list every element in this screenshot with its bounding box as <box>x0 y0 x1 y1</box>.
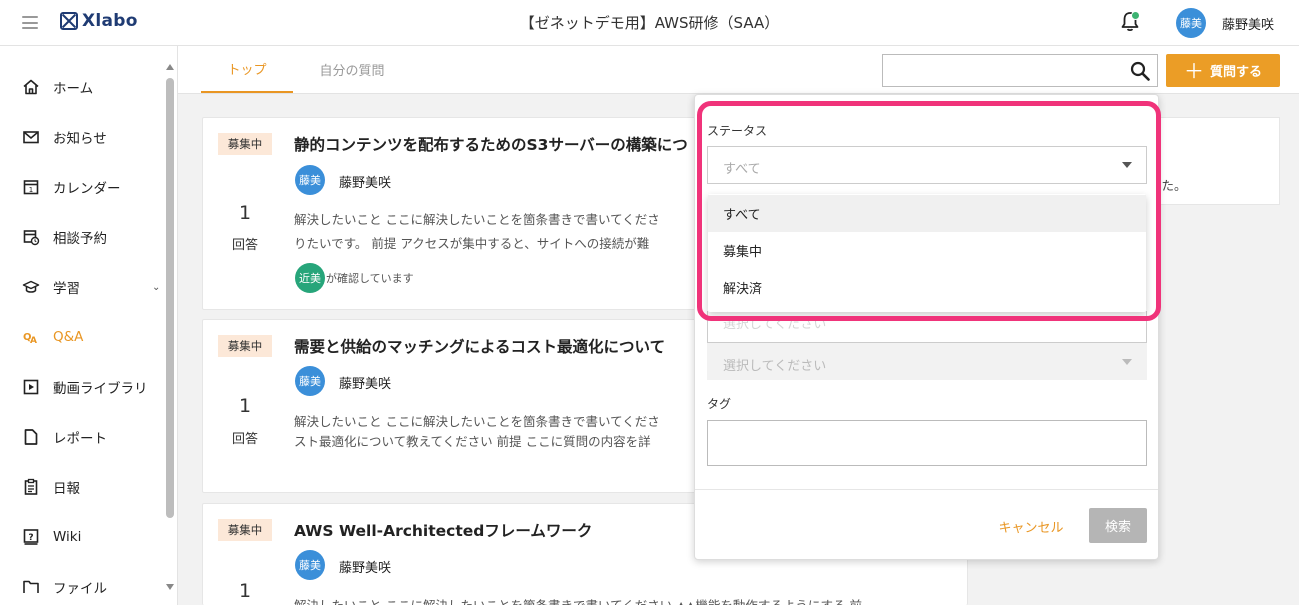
sidebar-item-file[interactable]: ファイル <box>0 569 164 605</box>
question-title[interactable]: 需要と供給のマッチングによるコスト最適化について <box>294 335 714 357</box>
mail-icon <box>23 131 39 144</box>
answer-count: 1 <box>238 580 252 602</box>
author-name: 藤野美咲 <box>339 377 392 392</box>
status-badge: 募集中 <box>218 133 272 155</box>
question-body-line: スト最適化について教えてください 前提 ここに質問の内容を詳 <box>294 434 651 449</box>
sidebar-item-label: Q&A <box>53 329 84 345</box>
chevron-down-icon[interactable]: ⌄ <box>152 282 160 293</box>
plus-icon: ＋ <box>1183 58 1204 83</box>
status-dropdown-list: すべて 募集中 解決済 <box>708 194 1146 312</box>
author-name: 藤野美咲 <box>339 176 392 191</box>
question-title[interactable]: AWS Well-Architectedフレームワーク <box>294 519 714 541</box>
status-option-resolved[interactable]: 解決済 <box>708 269 1146 306</box>
answer-count: 1 <box>238 395 252 417</box>
author-avatar: 藤美 <box>295 550 325 580</box>
sidebar-item-label: 相談予約 <box>53 231 107 247</box>
question-body-line: りたいです。 前提 アクセスが集中すると、サイトへの接続が難 <box>294 236 650 251</box>
sidebar-item-label: 日報 <box>53 481 80 497</box>
sidebar-item-qa[interactable]: QA Q&A <box>0 319 164 355</box>
daily-report-icon <box>24 478 38 495</box>
category-select-placeholder: 選択してください <box>723 317 827 332</box>
sidebar-item-label: 学習 <box>53 281 80 297</box>
sidebar-item-calendar[interactable]: 1 カレンダー <box>0 169 164 205</box>
sidebar-item-label: カレンダー <box>53 181 121 197</box>
graduation-cap-icon <box>22 280 40 293</box>
sidebar-item-label: 動画ライブラリ <box>53 381 148 397</box>
question-body-line: 解決したいこと ここに解決したいことを箇条書きで書いてください ▲▲機能を動作す… <box>294 594 964 605</box>
sidebar-item-report[interactable]: レポート <box>0 419 164 455</box>
sidebar-item-consultation[interactable]: 相談予約 <box>0 219 164 255</box>
sidebar-item-daily-report[interactable]: 日報 <box>0 469 164 505</box>
sidebar-item-label: お知らせ <box>53 131 107 147</box>
status-select[interactable]: すべて <box>707 146 1147 184</box>
sidebar-item-label: ホーム <box>53 81 94 97</box>
sidebar-item-notices[interactable]: お知らせ <box>0 119 164 155</box>
popover-divider <box>695 489 1158 490</box>
status-badge: 募集中 <box>218 519 272 541</box>
scroll-up-arrow-icon[interactable] <box>166 64 174 70</box>
sub-category-placeholder: 選択してください <box>723 359 827 374</box>
home-icon <box>23 79 39 95</box>
search-input[interactable] <box>882 54 1158 87</box>
status-badge: 募集中 <box>218 335 272 357</box>
report-icon <box>24 429 38 445</box>
qa-icon: QA <box>23 332 37 346</box>
status-field-label: ステータス <box>707 124 768 138</box>
sub-category-select[interactable]: 選択してください <box>707 343 1147 380</box>
answer-unit: 回答 <box>231 238 258 253</box>
svg-text:A: A <box>30 336 37 346</box>
app-header: Xlabo 【ゼネットデモ用】AWS研修（SAA） 藤美 藤野美咲 <box>0 0 1299 46</box>
ask-question-label: 質問する <box>1209 65 1262 80</box>
filter-popover: ステータス すべて 選択してください 選択してください タグ キャンセル 検索 <box>694 94 1159 560</box>
category-select[interactable]: 選択してください <box>707 311 1147 343</box>
answer-unit: 回答 <box>231 432 258 447</box>
tab-my-questions[interactable]: 自分の質問 <box>293 46 411 93</box>
status-option-open[interactable]: 募集中 <box>708 232 1146 269</box>
answer-count: 1 <box>238 202 252 224</box>
sidebar-item-label: Wiki <box>53 529 82 545</box>
folder-icon <box>23 580 39 593</box>
caret-down-icon <box>1122 359 1132 365</box>
sidebar-item-label: ファイル <box>53 581 107 597</box>
tag-input[interactable] <box>707 420 1147 466</box>
tabs-bar: トップ 自分の質問 ＋ 質問する <box>178 46 1299 94</box>
tab-top[interactable]: トップ <box>201 46 293 93</box>
viewer-avatar: 近美 <box>295 263 325 293</box>
sidebar: ホーム お知らせ 1 カレンダー 相談予約 学習 ⌄ QA Q&A 動画ライブラ… <box>0 46 178 605</box>
tag-field-label: タグ <box>707 397 732 411</box>
svg-text:?: ? <box>28 533 33 543</box>
calendar-icon: 1 <box>23 180 39 195</box>
wiki-icon: ? <box>23 529 39 545</box>
notification-badge <box>1131 11 1140 20</box>
status-option-all[interactable]: すべて <box>708 195 1146 232</box>
svg-text:1: 1 <box>29 186 33 194</box>
sidebar-item-wiki[interactable]: ? Wiki <box>0 519 164 555</box>
course-title: 【ゼネットデモ用】AWS研修（SAA） <box>519 14 780 32</box>
calendar-clock-icon <box>23 230 40 246</box>
author-avatar: 藤美 <box>295 366 325 396</box>
author-avatar: 藤美 <box>295 165 325 195</box>
sidebar-item-home[interactable]: ホーム <box>0 69 164 105</box>
scroll-down-arrow-icon[interactable] <box>166 584 174 590</box>
sidebar-item-label: レポート <box>53 431 107 447</box>
question-title[interactable]: 静的コンテンツを配布するためのS3サーバーの構築につ <box>294 133 714 155</box>
search-button[interactable]: 検索 <box>1089 508 1147 543</box>
ask-question-button[interactable]: ＋ 質問する <box>1166 54 1280 87</box>
author-name: 藤野美咲 <box>339 561 392 576</box>
search-icon[interactable] <box>1129 60 1151 82</box>
caret-down-icon <box>1122 162 1132 168</box>
sidebar-item-video-library[interactable]: 動画ライブラリ <box>0 369 164 405</box>
video-icon <box>23 379 39 395</box>
status-select-value: すべて <box>723 162 761 177</box>
user-avatar[interactable]: 藤美 <box>1176 8 1206 38</box>
user-name[interactable]: 藤野美咲 <box>1222 14 1274 33</box>
sidebar-scrollbar[interactable] <box>166 78 174 518</box>
cancel-button[interactable]: キャンセル <box>983 509 1079 543</box>
viewer-status-text: が確認しています <box>326 272 414 285</box>
sidebar-item-learning[interactable]: 学習 ⌄ <box>0 269 164 305</box>
question-body-line: 解決したいこと ここに解決したいことを箇条書きで書いてくださ <box>294 212 660 227</box>
